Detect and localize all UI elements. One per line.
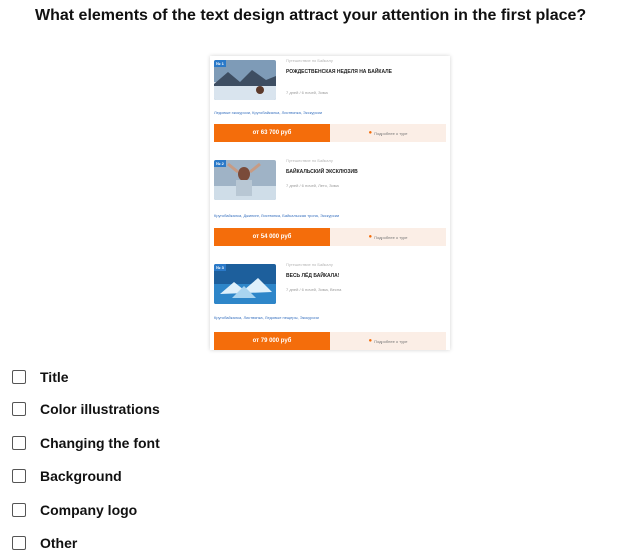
tour-details-button: ● Подробнее о туре: [330, 228, 446, 246]
option-label: Title: [40, 369, 69, 385]
tour-photo: № 1: [214, 60, 276, 100]
tour-meta: 7 дней / 6 ночей, Зима: [286, 90, 328, 95]
tour-details-button: ● Подробнее о туре: [330, 332, 446, 350]
tour-details-label: Подробнее о туре: [374, 234, 408, 240]
tour-price-button: от 79 000 руб: [214, 332, 330, 350]
tour-badge: № 1: [214, 60, 226, 67]
tour-tags: Кругобайкалка, Джипинг, Листвянка, Байка…: [214, 213, 340, 218]
checkbox[interactable]: [12, 503, 26, 517]
checkbox[interactable]: [12, 469, 26, 483]
option-background[interactable]: Background: [12, 467, 122, 485]
question-text: What elements of the text design attract…: [35, 7, 587, 24]
option-title[interactable]: Title: [12, 368, 69, 386]
option-color-illustrations[interactable]: Color illustrations: [12, 400, 160, 418]
tour-tags: Кругобайкалка, Листвянка, Ледовые пещеры…: [214, 315, 319, 320]
tour-badge: № 3: [214, 264, 226, 271]
tour-details-button: ● Подробнее о туре: [330, 124, 446, 142]
tour-card: № 2 Путешествие по Байкалу БАЙКАЛЬСКИЙ Э…: [210, 156, 450, 254]
option-label: Company logo: [40, 502, 138, 518]
option-label: Background: [40, 468, 122, 484]
tour-details-label: Подробнее о туре: [374, 130, 408, 136]
tour-tags: Ледовые экскурсии, Кругобайкалка, Листвя…: [214, 110, 323, 115]
tour-category: Путешествие по Байкалу: [286, 158, 333, 163]
option-label: Other: [40, 535, 78, 551]
fire-icon: ●: [368, 234, 373, 240]
option-label: Color illustrations: [40, 401, 160, 417]
option-label: Changing the font: [40, 435, 160, 451]
tour-details-label: Подробнее о туре: [374, 338, 408, 344]
checkbox[interactable]: [12, 536, 26, 550]
tour-card: № 3 Путешествие по Байкалу ВЕСЬ ЛЁД БАЙК…: [210, 260, 450, 358]
fire-icon: ●: [368, 130, 373, 136]
fire-icon: ●: [368, 338, 373, 344]
tour-category: Путешествие по Байкалу: [286, 262, 333, 267]
tour-title: БАЙКАЛЬСКИЙ ЭКСКЛЮЗИВ: [286, 169, 358, 175]
tour-title: ВЕСЬ ЛЁД БАЙКАЛА!: [286, 273, 340, 279]
tour-price-button: от 54 000 руб: [214, 228, 330, 246]
tour-card: № 1 Путешествие по Байкалу РОЖДЕСТВЕНСКА…: [210, 56, 450, 154]
option-changing-the-font[interactable]: Changing the font: [12, 434, 160, 452]
tour-price-button: от 63 700 руб: [214, 124, 330, 142]
tour-badge: № 2: [214, 160, 226, 167]
option-company-logo[interactable]: Company logo: [12, 501, 137, 519]
tour-photo: № 2: [214, 160, 276, 200]
checkbox[interactable]: [12, 436, 26, 450]
tour-cards-image: № 1 Путешествие по Байкалу РОЖДЕСТВЕНСКА…: [210, 56, 450, 350]
tour-title: РОЖДЕСТВЕНСКАЯ НЕДЕЛЯ НА БАЙКАЛЕ: [286, 69, 392, 75]
option-other[interactable]: Other: [12, 534, 77, 552]
tour-meta: 7 дней / 6 ночей, Лето, Зима: [286, 183, 339, 188]
tour-photo: № 3: [214, 264, 276, 304]
checkbox[interactable]: [12, 370, 26, 384]
tour-category: Путешествие по Байкалу: [286, 58, 333, 63]
tour-meta: 7 дней / 6 ночей, Зима, Весна: [286, 287, 342, 292]
checkbox[interactable]: [12, 402, 26, 416]
